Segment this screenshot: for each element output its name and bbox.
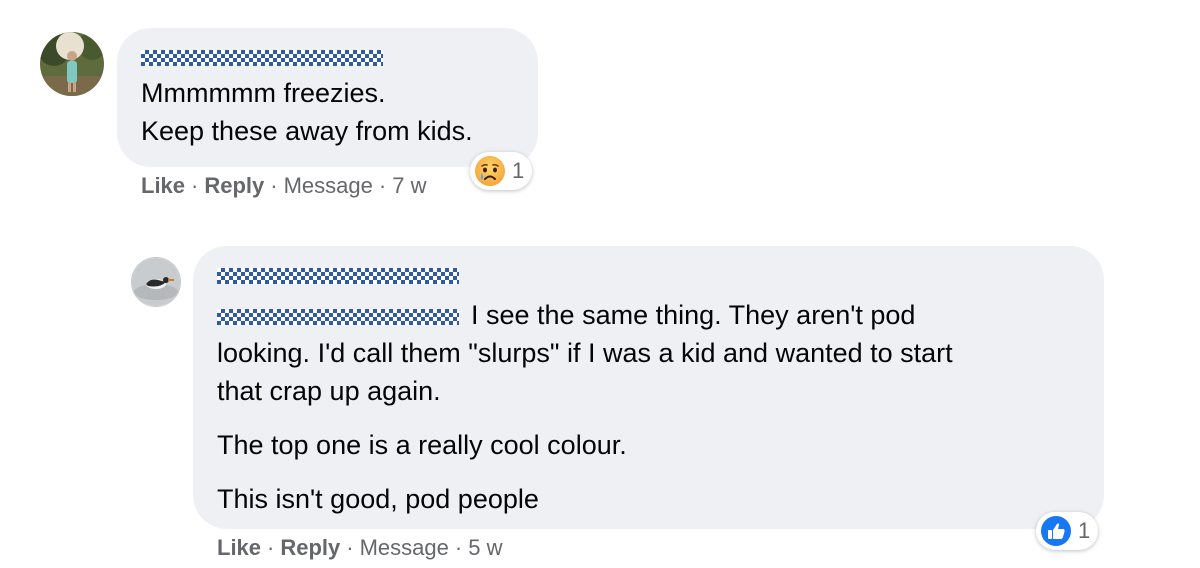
reply-commenter-avatar[interactable] xyxy=(131,257,181,307)
reply-button[interactable]: Reply xyxy=(280,535,340,560)
reaction-count: 1 xyxy=(1078,518,1091,543)
reply-text-line: looking. I'd call them "slurps" if I was… xyxy=(217,338,953,368)
message-link[interactable]: Message xyxy=(284,173,373,198)
separator-dot: · xyxy=(346,535,354,560)
comment-bubble: Mmmmmm freezies. Keep these away from ki… xyxy=(117,28,538,167)
redacted-name-block xyxy=(217,268,459,284)
commenter-name-redacted[interactable] xyxy=(141,46,514,70)
timestamp-link[interactable]: 5 w xyxy=(468,535,502,560)
reply-reaction-summary[interactable]: 1 xyxy=(1036,512,1099,550)
reply-actions: Like · Reply · Message · 5 w xyxy=(217,535,502,561)
comment-text-line: Keep these away from kids. xyxy=(141,116,473,146)
reply-text-line: that crap up again. xyxy=(217,376,441,406)
avatar-photo-icon xyxy=(40,32,104,96)
separator-dot: · xyxy=(267,535,275,560)
timestamp-link[interactable]: 7 w xyxy=(392,173,426,198)
separator-dot: · xyxy=(191,173,199,198)
commenter-avatar[interactable] xyxy=(40,32,104,96)
reply-text-line: I see the same thing. They aren't pod xyxy=(471,300,916,330)
avatar-photo-icon xyxy=(132,258,180,306)
message-link[interactable]: Message xyxy=(360,535,449,560)
reply-paragraph: The top one is a really cool colour. xyxy=(217,430,627,460)
reply-first-line: I see the same thing. They aren't pod xyxy=(217,296,1080,334)
comment-actions: Like · Reply · Message · 7 w xyxy=(141,173,426,199)
reply-bubble: I see the same thing. They aren't pod lo… xyxy=(193,246,1104,529)
redacted-tag-block[interactable] xyxy=(217,308,459,325)
like-thumb-icon xyxy=(1041,516,1071,546)
like-button[interactable]: Like xyxy=(217,535,261,560)
separator-dot: · xyxy=(270,173,278,198)
reaction-count: 1 xyxy=(512,158,525,183)
sad-emoji-icon xyxy=(475,156,505,186)
reaction-summary[interactable]: 1 xyxy=(470,152,533,190)
reply-paragraph: This isn't good, pod people xyxy=(217,484,539,514)
like-button[interactable]: Like xyxy=(141,173,185,198)
reply-button[interactable]: Reply xyxy=(204,173,264,198)
separator-dot: · xyxy=(378,173,387,198)
comment-text-line: Mmmmmm freezies. xyxy=(141,78,386,108)
redacted-name-block xyxy=(141,50,383,66)
reply-commenter-name-redacted[interactable] xyxy=(217,264,1080,288)
separator-dot: · xyxy=(454,535,463,560)
